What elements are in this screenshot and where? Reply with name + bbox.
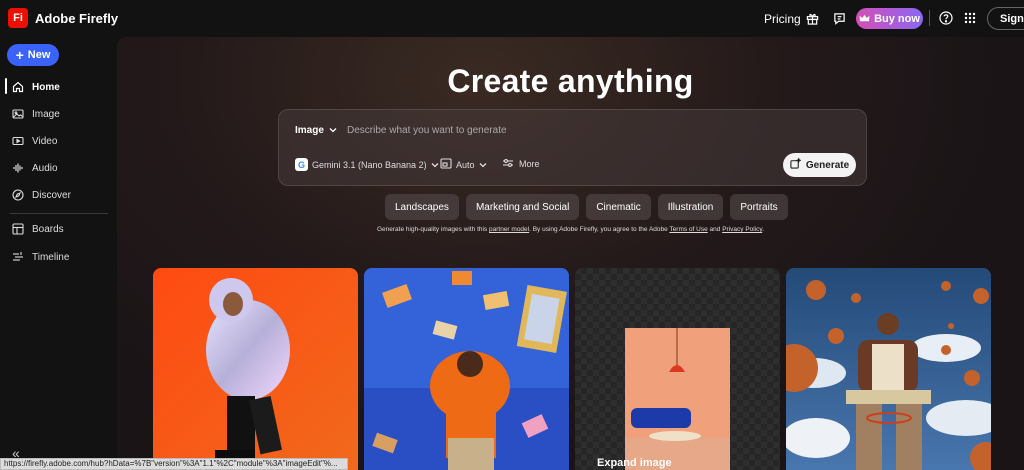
buy-now-button[interactable]: Buy now (856, 8, 923, 29)
aspect-ratio-dropdown[interactable]: Auto (440, 158, 487, 171)
aspect-ratio-icon (440, 158, 452, 171)
sidebar: + New Home Image Video Audio Discover Bo… (0, 37, 117, 470)
terms-of-use-link[interactable]: Terms of Use (669, 226, 707, 233)
sidebar-item-home[interactable]: Home (12, 77, 60, 97)
generate-icon (790, 157, 802, 172)
sidebar-item-label: Audio (32, 162, 58, 174)
feedback-icon[interactable] (830, 9, 848, 27)
expand-image-preview (575, 268, 780, 470)
timeline-icon (12, 251, 24, 263)
sidebar-item-video[interactable]: Video (12, 131, 57, 151)
page-title: Create anything (447, 63, 694, 99)
terms-text: . (762, 226, 764, 233)
chip-landscapes[interactable]: Landscapes (385, 194, 459, 220)
mode-label: Image (295, 125, 324, 136)
sidebar-item-label: Discover (32, 189, 71, 201)
showcase-card-expand-image[interactable]: Expand image (575, 268, 780, 470)
sliders-icon (502, 158, 514, 170)
showcase-card-books[interactable] (364, 268, 569, 470)
style-chips: Landscapes Marketing and Social Cinemati… (385, 194, 788, 220)
fashion-image (153, 268, 358, 470)
generate-button[interactable]: Generate (783, 153, 856, 177)
showcase-card-fashion[interactable] (153, 268, 358, 470)
sidebar-item-discover[interactable]: Discover (12, 185, 71, 205)
mode-dropdown[interactable]: Image (295, 125, 337, 136)
new-button[interactable]: + New (7, 44, 59, 66)
generate-label: Generate (805, 159, 850, 171)
image-icon (12, 108, 24, 120)
terms-text: . By using Adobe Firefly, you agree to t… (529, 226, 670, 233)
books-image (364, 268, 569, 470)
terms-notice: Generate high-quality images with this p… (117, 226, 1024, 233)
model-label: Gemini 3.1 (Nano Banana 2) (312, 159, 427, 170)
ratio-label: Auto (456, 159, 475, 170)
google-icon: G (295, 158, 308, 171)
sidebar-item-label: Timeline (32, 251, 70, 263)
model-dropdown[interactable]: G Gemini 3.1 (Nano Banana 2) (295, 158, 439, 171)
sidebar-item-timeline[interactable]: Timeline (12, 247, 69, 267)
video-icon (12, 135, 24, 147)
chip-illustration[interactable]: Illustration (657, 194, 724, 220)
header-divider (929, 10, 930, 26)
chip-marketing-and-social[interactable]: Marketing and Social (465, 194, 580, 220)
prompt-input[interactable] (347, 121, 847, 139)
partner-model-link[interactable]: partner model (489, 226, 529, 233)
card-label: Expand image (597, 457, 672, 469)
firefly-logo[interactable]: Fi (8, 8, 28, 28)
pricing-link[interactable]: Pricing (764, 12, 801, 26)
terms-text: and (707, 226, 723, 233)
help-icon[interactable] (937, 9, 955, 27)
sidebar-item-image[interactable]: Image (12, 104, 60, 124)
chip-cinematic[interactable]: Cinematic (586, 194, 651, 220)
sidebar-item-boards[interactable]: Boards (12, 219, 64, 239)
sign-in-button[interactable]: Sign in (987, 7, 1024, 30)
chevron-down-icon (329, 125, 337, 136)
chip-portraits[interactable]: Portraits (730, 194, 788, 220)
chevron-down-icon (479, 160, 487, 170)
home-icon (12, 81, 24, 93)
plus-icon: + (15, 47, 24, 63)
boards-icon (12, 223, 24, 235)
sidebar-divider (10, 213, 108, 214)
chevron-down-icon (431, 160, 439, 170)
sidebar-item-label: Video (32, 135, 58, 147)
status-bar-url: https://firefly.adobe.com/hub?hData=%7B"… (0, 458, 348, 470)
new-button-label: New (27, 49, 51, 61)
showcase-card-basketball[interactable] (786, 268, 991, 470)
top-bar: Fi Adobe Firefly Pricing Buy now Sign in (0, 0, 1024, 37)
sidebar-item-label: Home (32, 81, 60, 93)
crown-icon (859, 14, 870, 22)
prompt-box: Image G Gemini 3.1 (Nano Banana 2) Auto … (278, 109, 867, 186)
more-settings-button[interactable]: More (502, 158, 540, 170)
sidebar-item-label: Boards (32, 223, 64, 235)
buy-now-label: Buy now (874, 12, 920, 25)
apps-grid-icon[interactable] (961, 9, 979, 27)
gift-icon[interactable] (803, 9, 821, 27)
active-indicator (5, 78, 7, 94)
more-label: More (519, 159, 540, 169)
privacy-policy-link[interactable]: Privacy Policy (722, 226, 762, 233)
terms-text: Generate high-quality images with this (376, 226, 489, 233)
compass-icon (12, 189, 24, 201)
app-title[interactable]: Adobe Firefly (35, 11, 118, 26)
sidebar-item-label: Image (32, 108, 60, 120)
sidebar-item-audio[interactable]: Audio (12, 158, 58, 178)
audio-icon (12, 162, 24, 174)
basketball-image (786, 268, 991, 470)
main-content: Create anything Image G Gemini 3.1 (Nano… (117, 37, 1024, 470)
